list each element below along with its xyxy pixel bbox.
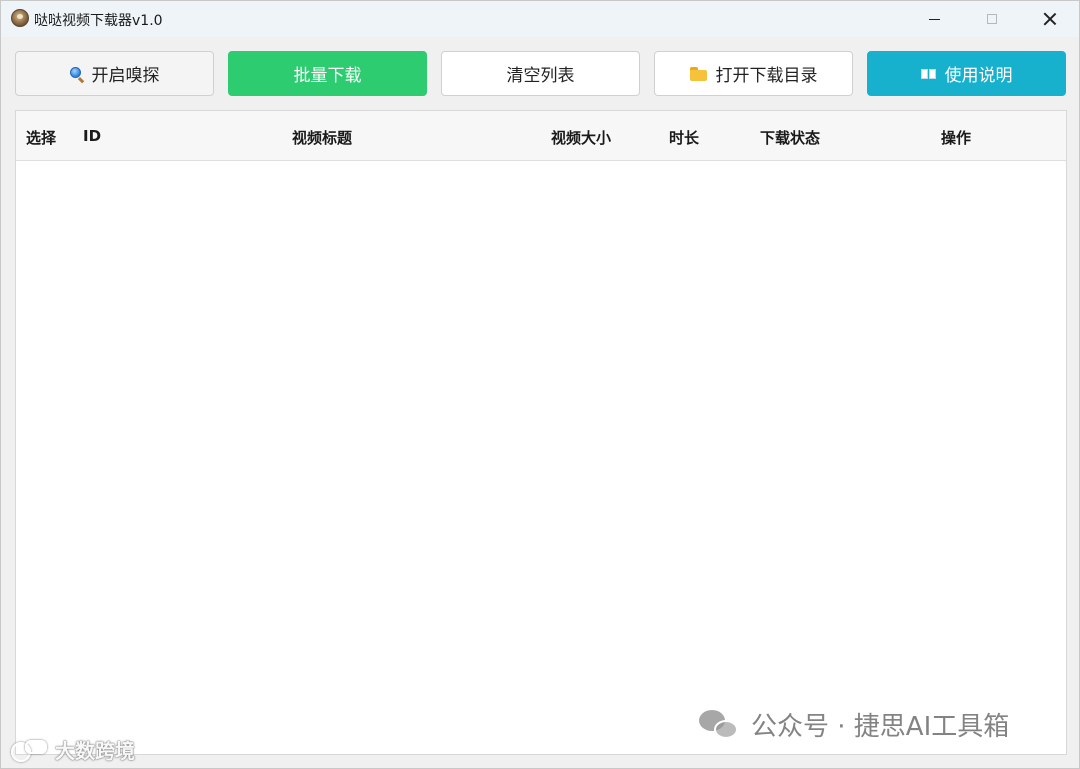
usage-instructions-label: 使用说明 <box>944 66 1013 86</box>
column-header-title[interactable]: 视频标题 <box>292 127 352 148</box>
clear-list-button[interactable]: 清空列表 <box>441 51 640 96</box>
book-icon <box>920 68 937 80</box>
title-bar[interactable]: 哒哒视频下载器v1.0 <box>1 1 1079 37</box>
column-header-id[interactable]: ID <box>83 127 101 145</box>
video-table[interactable]: 选择 ID 视频标题 视频大小 时长 下载状态 操作 <box>15 110 1067 755</box>
start-sniff-button[interactable]: 开启嗅探 <box>15 51 214 96</box>
start-sniff-label: 开启嗅探 <box>91 66 160 86</box>
column-header-status[interactable]: 下载状态 <box>760 127 820 148</box>
close-button[interactable] <box>1021 1 1079 37</box>
usage-instructions-button[interactable]: 使用说明 <box>867 51 1066 96</box>
table-header: 选择 ID 视频标题 视频大小 时长 下载状态 操作 <box>16 111 1066 161</box>
corner-watermark-text: 大数跨境 <box>55 739 135 763</box>
wechat-watermark-text: 公众号 · 捷思AI工具箱 <box>751 712 1010 742</box>
batch-download-button[interactable]: 批量下载 <box>228 51 427 96</box>
open-download-folder-button[interactable]: 打开下载目录 <box>654 51 853 96</box>
column-header-action[interactable]: 操作 <box>941 127 971 148</box>
minimize-button[interactable] <box>905 1 963 37</box>
open-download-folder-label: 打开下载目录 <box>715 66 818 86</box>
column-header-duration[interactable]: 时长 <box>669 127 699 148</box>
folder-icon <box>689 66 708 81</box>
close-icon <box>1043 12 1057 26</box>
column-header-select[interactable]: 选择 <box>26 127 56 148</box>
batch-download-label: 批量下载 <box>293 66 362 86</box>
maximize-icon <box>987 14 997 24</box>
watermark-logo-icon <box>9 738 47 762</box>
wechat-watermark: 公众号 · 捷思AI工具箱 <box>699 706 1009 743</box>
window-title: 哒哒视频下载器v1.0 <box>34 13 163 29</box>
app-logo-icon <box>11 9 29 27</box>
search-icon <box>69 66 84 81</box>
clear-list-label: 清空列表 <box>506 66 575 86</box>
wechat-icon <box>699 708 741 742</box>
column-header-size[interactable]: 视频大小 <box>551 127 611 148</box>
app-window: 哒哒视频下载器v1.0 开启嗅探 批量下载 清空列表 打开下载目录 使用说明 选… <box>0 0 1080 769</box>
table-body-empty[interactable] <box>16 161 1066 754</box>
corner-watermark: 大数跨境 <box>9 735 135 764</box>
minimize-icon <box>928 18 940 20</box>
maximize-button[interactable] <box>963 1 1021 37</box>
